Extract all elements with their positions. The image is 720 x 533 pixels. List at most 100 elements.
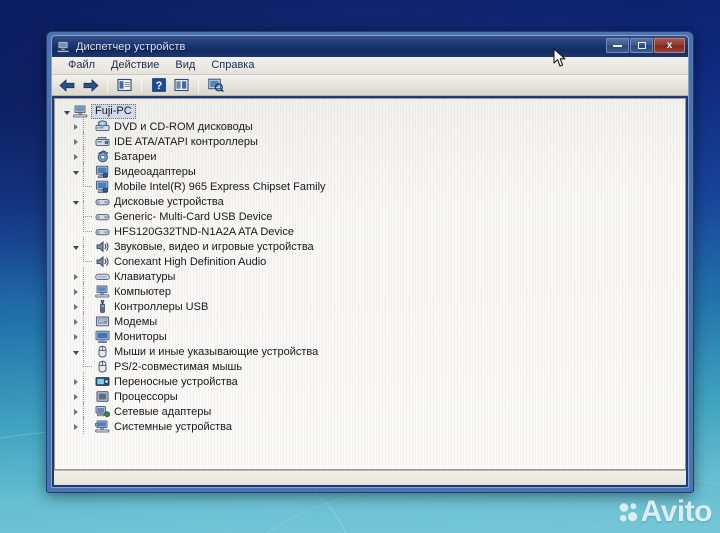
toolbar-separator <box>141 77 142 93</box>
keyboard-icon <box>94 269 111 284</box>
tree-node[interactable]: Мыши и иные указывающие устройства <box>61 342 685 359</box>
tree-node[interactable]: HFS120G32TND-N1A2A ATA Device <box>61 216 685 239</box>
menu-view[interactable]: Вид <box>167 58 203 73</box>
tree-node[interactable]: Conexant High Definition Audio <box>61 246 685 269</box>
menu-file[interactable]: Файл <box>60 58 103 73</box>
tree-node[interactable]: Мониторы <box>61 327 685 344</box>
desktop-background: Диспетчер устройств x Файл Действие Вид … <box>0 0 720 533</box>
chevron-right-icon <box>73 378 78 385</box>
tree-node[interactable]: DVD и CD-ROM дисководы <box>61 117 685 134</box>
minimize-button[interactable] <box>606 38 629 53</box>
maximize-icon <box>637 42 646 49</box>
expand-toggle[interactable] <box>70 299 81 314</box>
avito-dots-logo <box>619 503 637 522</box>
collapse-toggle[interactable] <box>70 239 81 254</box>
tree-node-label: Conexant High Definition Audio <box>114 256 267 268</box>
expand-toggle[interactable] <box>70 269 81 284</box>
collapse-toggle[interactable] <box>70 194 81 209</box>
expand-toggle[interactable] <box>70 329 81 344</box>
tree-node[interactable]: Дисковые устройства <box>61 192 685 209</box>
chevron-down-icon <box>72 170 79 175</box>
computer-icon <box>72 104 89 119</box>
network-adapter-icon <box>94 404 111 419</box>
tree-node[interactable]: Клавиатуры <box>61 267 685 284</box>
tree-node[interactable]: Системные устройства <box>61 417 685 434</box>
expand-toggle[interactable] <box>70 284 81 299</box>
show-hidden-devices-button[interactable] <box>171 76 192 95</box>
close-button[interactable]: x <box>654 38 685 53</box>
tree-node[interactable]: PS/2-совместимая мышь <box>61 351 685 374</box>
help-button[interactable]: ? <box>148 76 169 95</box>
show-hidden-devices-icon <box>174 78 189 92</box>
avito-watermark: Avito <box>619 495 713 528</box>
collapse-toggle[interactable] <box>70 164 81 179</box>
tree-node[interactable]: Контроллеры USB <box>61 297 685 314</box>
tree-node-label: DVD и CD-ROM дисководы <box>114 121 253 133</box>
avito-wordmark: Avito <box>640 495 713 528</box>
tree-node[interactable]: Сетевые адаптеры <box>61 402 685 419</box>
expand-toggle[interactable] <box>70 404 81 419</box>
menubar: Файл Действие Вид Справка <box>52 57 688 75</box>
tree-node-label: Мыши и иные указывающие устройства <box>114 346 319 358</box>
tree-node[interactable]: Переносные устройства <box>61 372 685 389</box>
tree-node-label: Сетевые адаптеры <box>114 406 212 418</box>
chevron-right-icon <box>73 423 78 430</box>
speaker-icon <box>94 254 111 269</box>
tree-node[interactable]: Процессоры <box>61 387 685 404</box>
expand-toggle[interactable] <box>70 119 81 134</box>
tree-node[interactable]: IDE ATA/ATAPI контроллеры <box>61 132 685 149</box>
device-tree-pane[interactable]: Fuji-PC DVD и CD-ROM дисководы IDE ATA/AT… <box>54 98 686 470</box>
tree-node-label: Дисковые устройства <box>114 196 224 208</box>
chevron-right-icon <box>73 318 78 325</box>
tree-node-label: Модемы <box>114 316 158 328</box>
toolbar-separator <box>198 77 199 93</box>
tree-node[interactable]: Модемы <box>61 312 685 329</box>
expand-toggle[interactable] <box>70 419 81 434</box>
expand-toggle[interactable] <box>70 389 81 404</box>
tree-node[interactable]: Батареи <box>61 147 685 164</box>
tree-node-label: Generic- Multi-Card USB Device <box>114 211 273 223</box>
tree-node-label: Системные устройства <box>114 421 233 433</box>
maximize-button[interactable] <box>630 38 653 53</box>
chevron-right-icon <box>73 288 78 295</box>
tree-node[interactable]: Видеоадаптеры <box>61 162 685 179</box>
disk-drive-icon <box>94 224 111 239</box>
device-tree: Fuji-PC DVD и CD-ROM дисководы IDE ATA/AT… <box>55 99 685 434</box>
device-manager-window: Диспетчер устройств x Файл Действие Вид … <box>46 31 694 493</box>
portable-device-icon <box>94 374 111 389</box>
tree-node[interactable]: Mobile Intel(R) 965 Express Chipset Fami… <box>61 171 685 194</box>
expand-toggle[interactable] <box>70 134 81 149</box>
collapse-toggle[interactable] <box>70 344 81 359</box>
tree-node[interactable]: Звуковые, видео и игровые устройства <box>61 237 685 254</box>
usb-controller-icon <box>94 299 111 314</box>
expand-toggle[interactable] <box>70 314 81 329</box>
chevron-right-icon <box>73 153 78 160</box>
dvd-drive-icon <box>94 119 111 134</box>
tree-node[interactable]: Generic- Multi-Card USB Device <box>61 201 685 224</box>
tree-node-label: Mobile Intel(R) 965 Express Chipset Fami… <box>114 181 326 193</box>
toolbar: ? <box>52 75 688 96</box>
tree-node-label: Переносные устройства <box>114 376 238 388</box>
expand-toggle[interactable] <box>70 149 81 164</box>
scan-hardware-changes-button[interactable] <box>205 76 226 95</box>
minimize-icon <box>613 44 622 47</box>
back-button[interactable] <box>57 76 78 95</box>
expand-toggle[interactable] <box>61 104 72 119</box>
tree-node-label: Мониторы <box>114 331 167 343</box>
forward-button[interactable] <box>80 76 101 95</box>
menu-action[interactable]: Действие <box>103 58 167 73</box>
tree-root-node[interactable]: Fuji-PC <box>61 104 685 119</box>
tree-node-label: Клавиатуры <box>114 271 176 283</box>
tree-node-label: Звуковые, видео и игровые устройства <box>114 241 314 253</box>
statusbar <box>54 470 686 485</box>
chevron-right-icon <box>73 393 78 400</box>
tree-node-label: PS/2-совместимая мышь <box>114 361 243 373</box>
properties-button[interactable] <box>114 76 135 95</box>
processor-icon <box>94 389 111 404</box>
window-titlebar[interactable]: Диспетчер устройств x <box>52 36 688 57</box>
modem-icon <box>94 314 111 329</box>
expand-toggle[interactable] <box>70 374 81 389</box>
menu-help[interactable]: Справка <box>203 58 262 73</box>
display-adapter-icon <box>94 179 111 194</box>
tree-node[interactable]: Компьютер <box>61 282 685 299</box>
